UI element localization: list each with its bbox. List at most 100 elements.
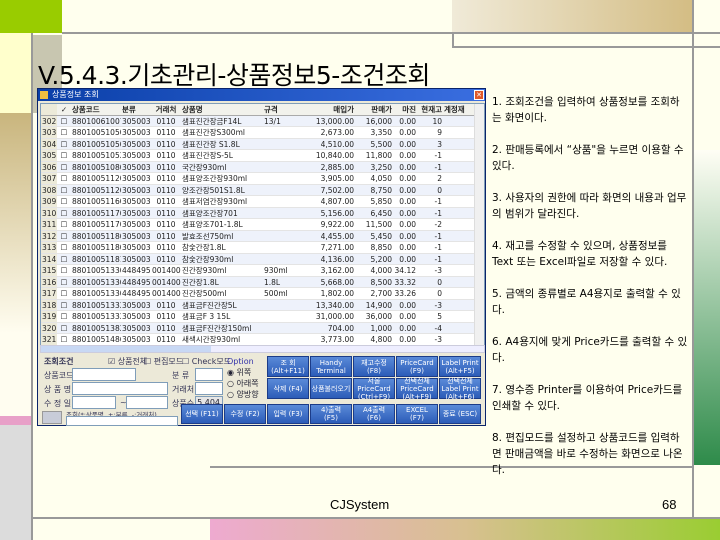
- table-row[interactable]: 319☐8801005133272305003 0110 샘표금F 3 15L 31,…: [41, 311, 484, 323]
- cell: 8801005112024: [72, 185, 121, 195]
- memo-input[interactable]: [66, 416, 178, 426]
- cell[interactable]: ✓: [57, 104, 71, 115]
- cell: 319: [41, 311, 57, 322]
- note-item: 8. 편집모드를 설정하고 상품코드를 입력하면 판매금액을 바로 수정하는 화…: [492, 432, 683, 476]
- edit-button[interactable]: 수정 (F2): [224, 404, 266, 424]
- cell: -1: [434, 162, 442, 172]
- cell[interactable]: ☐: [57, 219, 71, 230]
- cell: 305003: [122, 174, 151, 183]
- cell[interactable]: ☐: [57, 311, 71, 322]
- cell: 930ml: [264, 266, 288, 275]
- date-from-input[interactable]: [72, 396, 116, 409]
- table-row[interactable]: 318☐8801005133210305003 0110 샘표금F진간장5L 13,3…: [41, 299, 484, 311]
- table-row[interactable]: 320☐8801005138289305003 0110 샘표금F진간장150ml 7…: [41, 322, 484, 334]
- table-row[interactable]: 307☐8801005112000305003 0110 샘표양조간장930ml 3,…: [41, 173, 484, 185]
- cell[interactable]: ☐: [57, 277, 71, 288]
- cell: 0110: [156, 312, 176, 321]
- table-row[interactable]: 313☐8801005118076305003 0110 참숯간장1.8L 7,271…: [41, 242, 484, 254]
- cell[interactable]: ☐: [57, 254, 71, 265]
- cell[interactable]: ☐: [57, 208, 71, 219]
- delete-button[interactable]: 삭제 (F4): [267, 378, 309, 399]
- cell[interactable]: ☐: [57, 300, 71, 311]
- cell: 309: [41, 196, 57, 207]
- button-label: 4)출력: [320, 406, 342, 414]
- cell[interactable]: ☐: [57, 288, 71, 299]
- table-row[interactable]: 306☐8801005108000305003 0110 국간장930ml 2,885…: [41, 161, 484, 173]
- name-input[interactable]: [72, 382, 168, 395]
- cursor-image-icon: [42, 411, 62, 424]
- horizontal-scrollbar[interactable]: [40, 345, 485, 353]
- input-button[interactable]: 입력 (F3): [267, 404, 309, 424]
- select-button[interactable]: 선택 (F11): [181, 404, 223, 424]
- vendor-input[interactable]: [195, 382, 223, 395]
- cell: -1: [434, 231, 442, 241]
- select-all-pricecard-button[interactable]: 선택전체 PriceCard (Alt+F9): [396, 377, 438, 401]
- cell[interactable]: ☐: [57, 323, 71, 334]
- option-top-radio[interactable]: ◉ 위쪽: [227, 367, 265, 378]
- exit-button[interactable]: 종료 (ESC): [439, 404, 481, 424]
- category-input[interactable]: [195, 368, 223, 381]
- decor-left-strip: [0, 33, 31, 416]
- cell[interactable]: ☐: [57, 242, 71, 253]
- stock-edit-button[interactable]: 재고수정 (F8): [353, 356, 395, 377]
- seoul-pricecard-button[interactable]: 서울PriceCard (Ctrl+F9): [353, 377, 395, 401]
- table-row[interactable]: 303☐8801005105002305003 0110 샘표진간장S300ml 2,…: [41, 127, 484, 139]
- check-mode-checkbox[interactable]: ☐ Check모드: [182, 356, 231, 367]
- table-row[interactable]: 308☐8801005112024305003 0110 양조간장501S1.8L 7…: [41, 184, 484, 196]
- option-label: Option: [227, 357, 254, 366]
- notes-list: 1. 조회조건을 입력하여 상품정보를 조회하는 화면이다. 2. 판매등록에서…: [492, 94, 688, 494]
- print-button[interactable]: 4)출력 (F5): [310, 404, 352, 424]
- table-row[interactable]: 312☐8801005118002305003 0110 발효조선750ml 4,45…: [41, 230, 484, 242]
- cell: 9: [437, 128, 442, 137]
- table-row[interactable]: 315☐8801005133005448495001400진간장930ml 930…: [41, 265, 484, 277]
- table-row[interactable]: 311☐8801005117081305003 0110 샘표양조701-1.8L 9…: [41, 219, 484, 231]
- code-input[interactable]: [72, 368, 136, 381]
- cell: 8801005133036: [72, 289, 121, 298]
- table-header[interactable]: ✓ 상품코드 분류 거래처 상품명 규격 매입가 판매가 마진 현재고 계정재: [41, 104, 484, 116]
- a4-print-button[interactable]: A4출력 (F6): [353, 404, 395, 424]
- cell: 8801006100736: [72, 116, 121, 126]
- label-print-button[interactable]: Label Print (Alt+F5): [439, 356, 481, 377]
- cell: 316: [41, 276, 57, 287]
- table-row[interactable]: 316☐8801005133029448495001400진간장1.8L 1.8L…: [41, 276, 484, 288]
- table-row[interactable]: 310☐8801005117005305003 0110 샘표양조간장701 5,15…: [41, 207, 484, 219]
- table-row[interactable]: 302☐8801006100736305003 0110 샘표진간장금F14L 13/…: [41, 115, 484, 127]
- close-icon[interactable]: ✕: [474, 90, 484, 100]
- cell: 305003: [122, 139, 151, 149]
- table-row[interactable]: 304☐8801005105000305003 0110 샘표진간장 S1.8L 4,…: [41, 138, 484, 150]
- cell[interactable]: ☐: [57, 231, 71, 242]
- table-row[interactable]: 317☐8801005133036448495001400진간장500ml 500…: [41, 288, 484, 300]
- cell: 9,922.00: [320, 220, 354, 229]
- name-label: 상 품 명: [44, 385, 72, 394]
- cell[interactable]: ☐: [57, 162, 71, 173]
- table-row[interactable]: 314☐8801005118168305003 0110 참숯간장930ml 4,13…: [41, 253, 484, 265]
- handy-terminal-button[interactable]: Handy Terminal: [310, 356, 352, 377]
- cell[interactable]: ☐: [57, 150, 71, 161]
- cell[interactable]: ☐: [57, 116, 71, 127]
- excel-button[interactable]: EXCEL (F7): [396, 404, 438, 424]
- cell: 3,162.00: [320, 266, 354, 275]
- table-row[interactable]: 305☐8801005105217305003 0110 샘표진간장S-5L 10,8…: [41, 150, 484, 162]
- edit-mode-checkbox[interactable]: ☐ 편집모드: [144, 356, 183, 367]
- option-both-radio[interactable]: ○ 양방향: [227, 389, 265, 400]
- option-group: Option ◉ 위쪽 ○ 아래쪽 ○ 양방향: [227, 356, 265, 400]
- scroll-thumb[interactable]: [41, 346, 211, 352]
- button-label: PriceCard: [400, 358, 434, 367]
- cell[interactable]: ☐: [57, 196, 71, 207]
- cell[interactable]: ☐: [57, 185, 71, 196]
- cell[interactable]: ☐: [57, 173, 71, 184]
- cell[interactable]: ☐: [57, 127, 71, 138]
- cell[interactable]: ☐: [57, 139, 71, 150]
- search-button[interactable]: 조 회 (Alt+F11): [267, 356, 309, 377]
- table-row[interactable]: 321☐8801005148653305003 0110 새색시간장930ml 3,7…: [41, 334, 484, 346]
- pricecard-button[interactable]: PriceCard (F9): [396, 356, 438, 377]
- cell[interactable]: ☐: [57, 265, 71, 276]
- vertical-scrollbar[interactable]: [474, 104, 484, 349]
- option-bottom-radio[interactable]: ○ 아래쪽: [227, 378, 265, 389]
- date-to-input[interactable]: [126, 396, 168, 409]
- table-row[interactable]: 309☐8801005116022305003 0110 샘표저염간장930ml 4,…: [41, 196, 484, 208]
- all-products-checkbox[interactable]: ☑ 상품전체: [108, 356, 147, 367]
- cell[interactable]: ☐: [57, 334, 71, 345]
- load-products-button[interactable]: 상품불러오기: [310, 378, 352, 399]
- select-all-label-print-button[interactable]: 선택전체 Label Print (Alt+F6): [439, 377, 481, 401]
